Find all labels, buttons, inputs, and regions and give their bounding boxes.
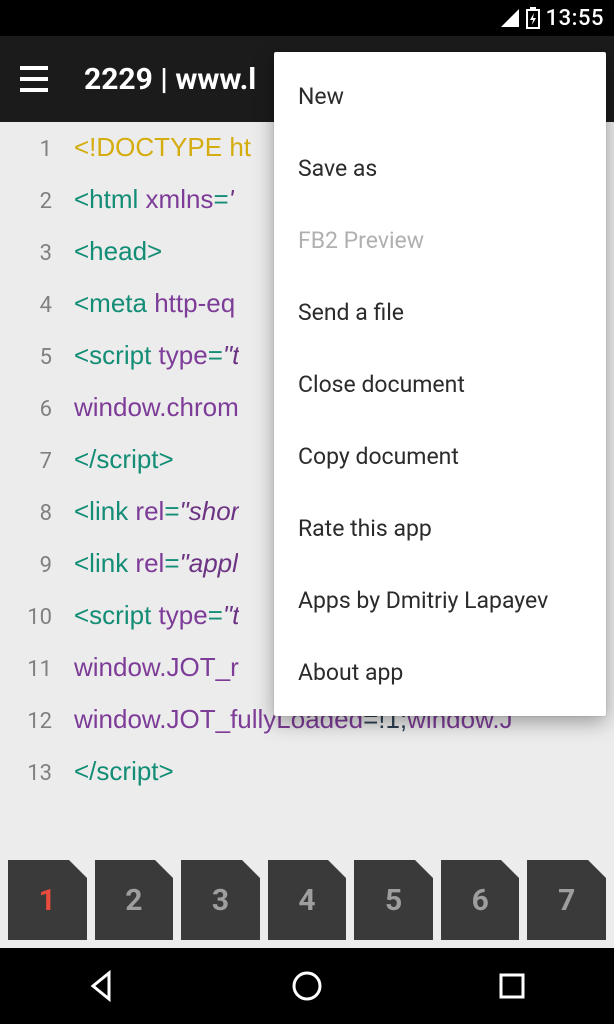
code-content: <script type="t [74,600,239,631]
menu-item[interactable]: Apps by Dmitriy Lapayev [274,564,606,636]
line-number: 12 [0,709,74,734]
page-title: 2229 | www.l [84,62,256,97]
signal-icon [500,8,520,28]
line-number: 4 [0,293,74,318]
line-number: 2 [0,189,74,214]
code-content: <script type="t [74,340,239,371]
code-content: </script> [74,444,174,475]
code-content: <!DOCTYPE ht [74,132,251,163]
line-number: 6 [0,397,74,422]
battery-charging-icon [526,7,540,29]
menu-item[interactable]: About app [274,636,606,708]
menu-item[interactable]: Rate this app [274,492,606,564]
line-number: 9 [0,553,74,578]
line-number: 3 [0,241,74,266]
code-content: <link rel="appl [74,548,238,579]
line-number: 1 [0,137,74,162]
document-tab[interactable]: 4 [268,860,347,940]
menu-item[interactable]: Save as [274,132,606,204]
code-content: <link rel="shor [74,496,239,527]
overflow-menu: NewSave asFB2 PreviewSend a fileClose do… [274,52,606,716]
nav-back-button[interactable] [0,969,205,1003]
code-line[interactable]: 13</script> [0,756,614,808]
status-bar: 13:55 [0,0,614,36]
line-number: 11 [0,657,74,682]
code-content: <html xmlns=' [74,184,234,215]
code-content: window.JOT_r [74,652,239,683]
status-time: 13:55 [546,6,604,31]
line-number: 7 [0,449,74,474]
menu-item[interactable]: Send a file [274,276,606,348]
document-tabs: 1234567 [0,852,614,948]
nav-bar [0,948,614,1024]
code-content: window.chrom [74,392,239,423]
document-tab[interactable]: 2 [95,860,174,940]
document-tab[interactable]: 7 [527,860,606,940]
document-tab[interactable]: 1 [8,860,87,940]
nav-recent-button[interactable] [409,971,614,1001]
document-tab[interactable]: 6 [441,860,520,940]
code-content: </script> [74,756,174,787]
menu-icon[interactable] [20,66,48,92]
screen: 13:55 2229 | www.l 1<!DOCTYPE ht2<html x… [0,0,614,1024]
code-content: <meta http-eq [74,288,235,319]
code-content: <head> [74,236,162,267]
line-number: 13 [0,761,74,786]
line-number: 10 [0,605,74,630]
document-tab[interactable]: 5 [354,860,433,940]
line-number: 5 [0,345,74,370]
line-number: 8 [0,501,74,526]
menu-item[interactable]: Copy document [274,420,606,492]
menu-item: FB2 Preview [274,204,606,276]
document-tab[interactable]: 3 [181,860,260,940]
menu-item[interactable]: New [274,60,606,132]
menu-item[interactable]: Close document [274,348,606,420]
nav-home-button[interactable] [205,969,410,1003]
